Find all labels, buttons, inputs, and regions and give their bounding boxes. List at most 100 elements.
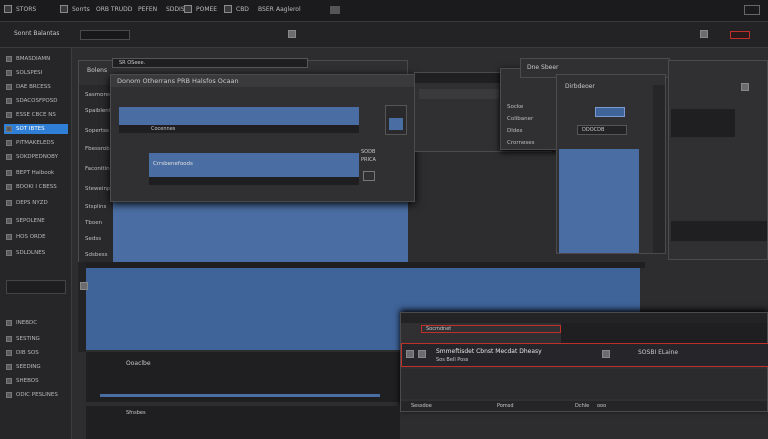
- dialog-row-selected[interactable]: Crrsbenefoods: [149, 153, 359, 177]
- sidebar-item[interactable]: BMASDIAMN: [4, 54, 68, 64]
- right-panel-scrollbar[interactable]: [653, 85, 665, 253]
- toolbar-search-field[interactable]: [80, 30, 130, 40]
- item-icon: [6, 218, 12, 224]
- folder-icon[interactable]: [60, 5, 68, 13]
- sidebar-item[interactable]: PITMAKELEDS: [4, 138, 68, 148]
- dialog-title: Donom Otherrans PRB Halsfos Ocaan: [117, 77, 239, 85]
- menu-item-5[interactable]: SDDIS: [166, 4, 185, 16]
- item-icon: [6, 154, 12, 160]
- list-item[interactable]: Stsplins: [85, 203, 106, 211]
- footer-item[interactable]: Sessdoe: [411, 403, 432, 409]
- row-action-icon[interactable]: [602, 350, 610, 358]
- menu-item-4[interactable]: PEFEN: [138, 4, 157, 16]
- header-panel-title: Dne Sbeer: [527, 64, 559, 71]
- list-item[interactable]: Sopertss: [85, 127, 109, 135]
- sidebar-item[interactable]: DAE BRCESS: [4, 82, 68, 92]
- sidebar-item[interactable]: SOLSPESI: [4, 68, 68, 78]
- menu-item-2[interactable]: Sorrts: [72, 4, 90, 16]
- menu-item-7[interactable]: CBD: [236, 4, 249, 16]
- lower-left-label: Ooaclbe: [126, 360, 151, 367]
- lower-panel-footer: Sessdoe Pomsd Dchle ooo: [401, 401, 767, 411]
- sidebar-item[interactable]: HOS ORDE: [4, 232, 68, 242]
- window-controls-icon[interactable]: [744, 5, 760, 15]
- sidebar-item[interactable]: SDACOSFPOSD: [4, 96, 68, 106]
- menu-item-3[interactable]: ORB TRUDD: [96, 4, 132, 16]
- right-panel-chip[interactable]: [595, 107, 625, 117]
- lower-left-strip: Ooaclbe: [86, 352, 406, 402]
- item-icon: [6, 98, 12, 104]
- item-icon: [6, 234, 12, 240]
- timeline-icon[interactable]: [80, 282, 88, 290]
- footer-item[interactable]: Pomsd: [497, 403, 514, 409]
- top-strip-label: SR OSeee.: [119, 60, 146, 66]
- timeline-header: [80, 262, 645, 268]
- sidebar-item-selected[interactable]: SOT IBTES: [4, 124, 68, 134]
- sidebar-item[interactable]: ODIC PESLINES: [4, 390, 68, 400]
- menu-item-9[interactable]: Aaglerol: [276, 4, 301, 16]
- grid-icon[interactable]: [363, 171, 375, 181]
- bottom-strip: Sfnsbes: [86, 406, 400, 439]
- layers-icon[interactable]: [224, 5, 232, 13]
- lower-panel-top: [561, 323, 767, 345]
- list-item[interactable]: Faconiting: [85, 165, 113, 173]
- sidebar-item[interactable]: DIB SOS: [4, 348, 68, 358]
- record-button[interactable]: [730, 31, 750, 39]
- far-right-panel: [668, 60, 768, 260]
- main-panel-tab[interactable]: Bolens: [87, 67, 107, 74]
- sidebar-item[interactable]: BDOKI I CBESS: [4, 182, 68, 192]
- middle-panel-bar[interactable]: [419, 89, 499, 99]
- toggle-icon[interactable]: [330, 6, 340, 14]
- item-icon: [6, 364, 12, 370]
- sidebar-item[interactable]: DEPS NYZD: [4, 198, 68, 208]
- menu-item-8[interactable]: BSER: [258, 4, 274, 16]
- sidebar-item[interactable]: SEPOLENE: [4, 216, 68, 226]
- dialog-row[interactable]: [149, 177, 359, 185]
- tool-button-icon[interactable]: [288, 30, 296, 38]
- sidebar: BMASDIAMN SOLSPESI DAE BRCESS SDACOSFPOS…: [0, 48, 72, 439]
- app-icon[interactable]: [4, 5, 12, 13]
- lower-panel-right-text: SOSBI ELaine: [638, 349, 679, 356]
- sidebar-item[interactable]: BEPT Halbook: [4, 168, 68, 178]
- menu-option[interactable]: Crorneses: [507, 139, 535, 147]
- item-icon: [6, 84, 12, 90]
- toolbar: Sonnt Balantas: [0, 22, 768, 48]
- menu-option[interactable]: Dldes: [507, 127, 523, 135]
- dialog-row[interactable]: Cocennes: [119, 125, 359, 133]
- right-panel-field[interactable]: DDOCDB: [577, 125, 627, 135]
- list-item[interactable]: Sedss: [85, 235, 101, 243]
- dialog-side-preview[interactable]: [385, 105, 407, 135]
- far-right-bar[interactable]: [671, 221, 767, 241]
- right-panel-field-text: DDOCDB: [582, 127, 605, 133]
- menu-option[interactable]: Colibaner: [507, 115, 533, 123]
- sidebar-item[interactable]: SESTING: [4, 334, 68, 344]
- top-strip: SR OSeee.: [112, 58, 308, 68]
- menu-item-1[interactable]: STORS: [16, 4, 36, 16]
- sidebar-item[interactable]: SEEDING: [4, 362, 68, 372]
- progress-line: [100, 394, 380, 397]
- lower-panel-selected-row[interactable]: Smmeftisdet Cbnst Mecdat Dheasy Sos Bell…: [401, 343, 768, 367]
- dialog-side-thumb: [389, 118, 403, 130]
- sidebar-item[interactable]: SOKDPEDNOBY: [4, 152, 68, 162]
- sidebar-item[interactable]: ESSE CBCE NS: [4, 110, 68, 120]
- lower-panel-tab[interactable]: Socmdnet: [421, 325, 561, 333]
- sidebar-item[interactable]: SHEBOS: [4, 376, 68, 386]
- settings-icon[interactable]: [700, 30, 708, 38]
- item-icon: [6, 70, 12, 76]
- menu-option[interactable]: Socke: [507, 103, 523, 111]
- footer-item[interactable]: ooo: [597, 403, 606, 409]
- dialog-side-label: SODB: [361, 149, 376, 155]
- right-panel-preview[interactable]: [559, 149, 639, 253]
- item-icon: [6, 170, 12, 176]
- sidebar-item[interactable]: SDLDLNES: [4, 248, 68, 258]
- menu-item-6[interactable]: POMEE: [196, 4, 217, 16]
- sidebar-item[interactable]: INEBDC: [4, 318, 68, 328]
- footer-item[interactable]: Dchle: [575, 403, 589, 409]
- right-panel: Dirbdeoer DDOCDB: [556, 74, 666, 254]
- dialog: Donom Otherrans PRB Halsfos Ocaan Cocenn…: [110, 74, 415, 202]
- tool-icon[interactable]: [184, 5, 192, 13]
- far-right-thumb[interactable]: [671, 109, 735, 137]
- list-item[interactable]: Sdsbess: [85, 251, 107, 259]
- dialog-row-highlight[interactable]: [119, 107, 359, 125]
- panel-icon[interactable]: [741, 83, 749, 91]
- list-item[interactable]: Tboen: [85, 219, 102, 227]
